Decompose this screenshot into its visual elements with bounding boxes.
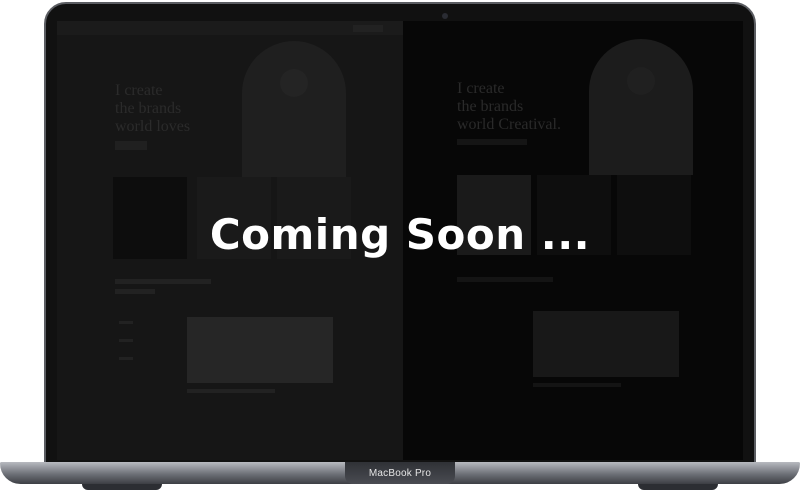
laptop-foot-left: [82, 484, 162, 490]
laptop-screen: I create the brands world loves I create…: [57, 21, 743, 460]
camera-icon: [442, 13, 448, 19]
coming-soon-headline: Coming Soon ...: [209, 210, 591, 259]
laptop-foot-right: [638, 484, 718, 490]
laptop-notch: MacBook Pro: [345, 462, 455, 484]
device-brand-label: MacBook Pro: [368, 467, 432, 479]
laptop-mockup: I create the brands world loves I create…: [0, 0, 800, 503]
coming-soon-overlay: Coming Soon ...: [57, 21, 743, 460]
